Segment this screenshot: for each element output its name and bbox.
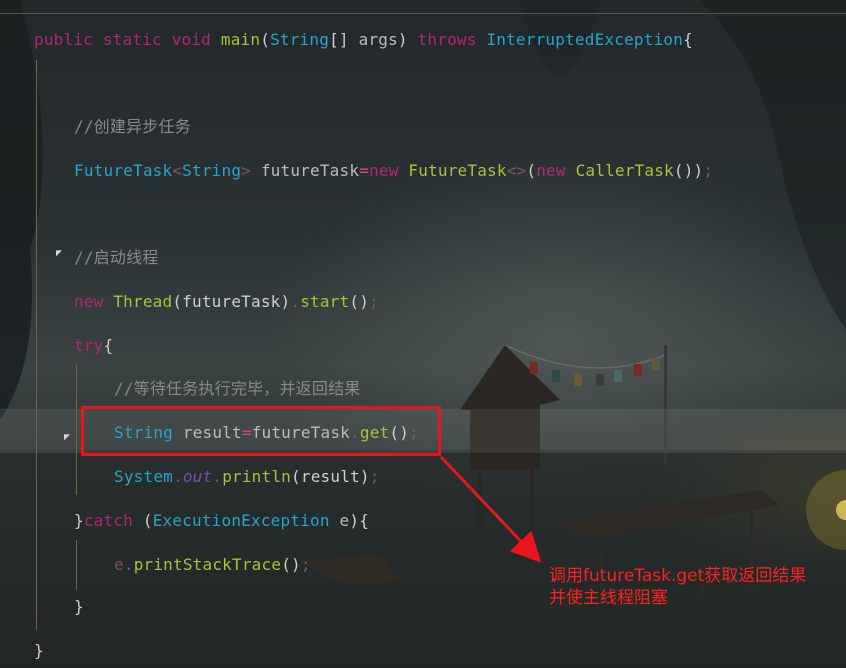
- annotation-label: 调用futureTask.get获取返回结果 并使主线程阻塞: [549, 565, 806, 609]
- annotation-line-2: 并使主线程阻塞: [549, 588, 668, 608]
- annotation-line-1: 调用futureTask.get获取返回结果: [549, 566, 807, 586]
